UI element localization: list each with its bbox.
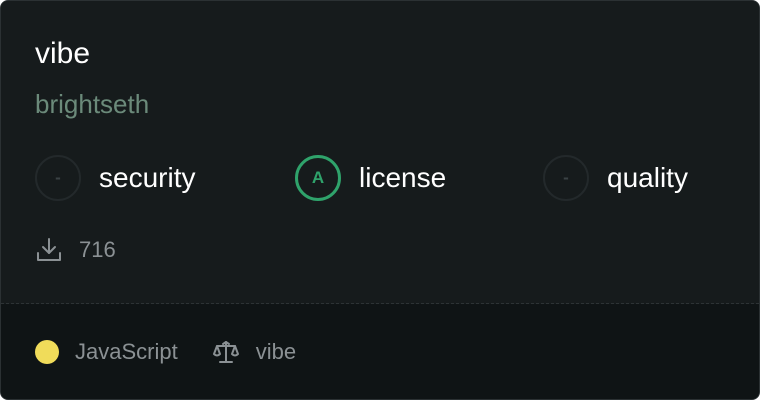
security-grade-badge: - <box>35 155 81 201</box>
language-color-dot <box>35 340 59 364</box>
package-name[interactable]: vibe <box>35 37 90 71</box>
license-label: license <box>359 162 447 193</box>
score-license[interactable]: A license <box>295 154 446 202</box>
download-count: 716 <box>79 237 116 262</box>
score-quality[interactable]: - quality <box>543 154 688 202</box>
downloads-stat: 716 <box>35 235 116 265</box>
quality-label: quality <box>607 162 688 193</box>
card-body: vibe brightseth - security A license - q… <box>1 1 759 303</box>
license-name: vibe <box>255 339 297 364</box>
language-name: JavaScript <box>75 339 178 364</box>
scale-icon <box>212 341 239 363</box>
score-security[interactable]: - security <box>35 154 195 202</box>
footer-meta: JavaScript vibe <box>35 337 296 367</box>
license-grade-badge: A <box>295 155 341 201</box>
quality-grade-badge: - <box>543 155 589 201</box>
score-row: - security A license - quality <box>35 154 759 202</box>
download-icon <box>37 238 61 261</box>
security-label: security <box>99 162 196 193</box>
package-owner[interactable]: brightseth <box>35 89 149 119</box>
package-card[interactable]: vibe brightseth - security A license - q… <box>0 0 760 400</box>
